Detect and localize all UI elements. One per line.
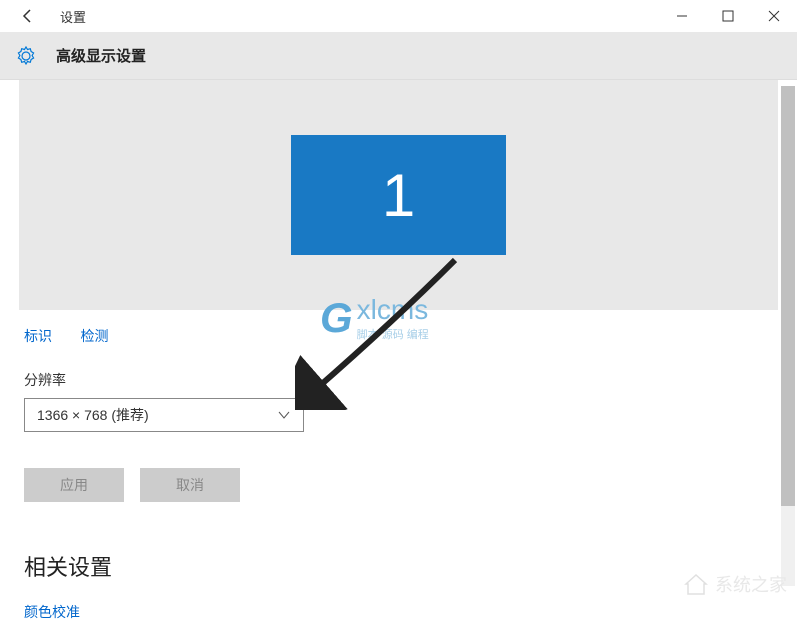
detect-link[interactable]: 检测 (80, 328, 108, 344)
chevron-down-icon (277, 408, 291, 422)
titlebar: 设置 (0, 0, 797, 32)
page-header: 高级显示设置 (0, 32, 797, 80)
maximize-icon (722, 10, 734, 22)
close-icon (768, 10, 780, 22)
apply-button[interactable]: 应用 (24, 468, 124, 502)
window-title: 设置 (60, 7, 86, 26)
related-settings-heading: 相关设置 (24, 550, 773, 582)
color-calibration-link[interactable]: 颜色校准 (24, 602, 773, 622)
resolution-dropdown[interactable]: 1366 × 768 (推荐) (24, 398, 304, 432)
content-area: 1 标识 检测 分辨率 1366 × 768 (推荐) 应用 取消 相关设置 颜… (0, 80, 797, 627)
resolution-label: 分辨率 (24, 370, 773, 390)
minimize-icon (676, 10, 688, 22)
page-title: 高级显示设置 (56, 45, 146, 66)
close-button[interactable] (751, 0, 797, 32)
monitor-number: 1 (382, 161, 415, 230)
back-arrow-icon (20, 8, 36, 24)
scrollbar-thumb[interactable] (781, 86, 795, 506)
maximize-button[interactable] (705, 0, 751, 32)
button-row: 应用 取消 (24, 468, 773, 502)
identify-link[interactable]: 标识 (24, 328, 52, 344)
display-preview-area: 1 (19, 80, 778, 310)
display-links: 标识 检测 (24, 326, 773, 346)
monitor-tile[interactable]: 1 (291, 135, 506, 255)
window-controls (659, 0, 797, 32)
minimize-button[interactable] (659, 0, 705, 32)
gear-icon (16, 46, 36, 66)
back-button[interactable] (16, 4, 40, 28)
resolution-value: 1366 × 768 (推荐) (37, 405, 149, 425)
cancel-button[interactable]: 取消 (140, 468, 240, 502)
